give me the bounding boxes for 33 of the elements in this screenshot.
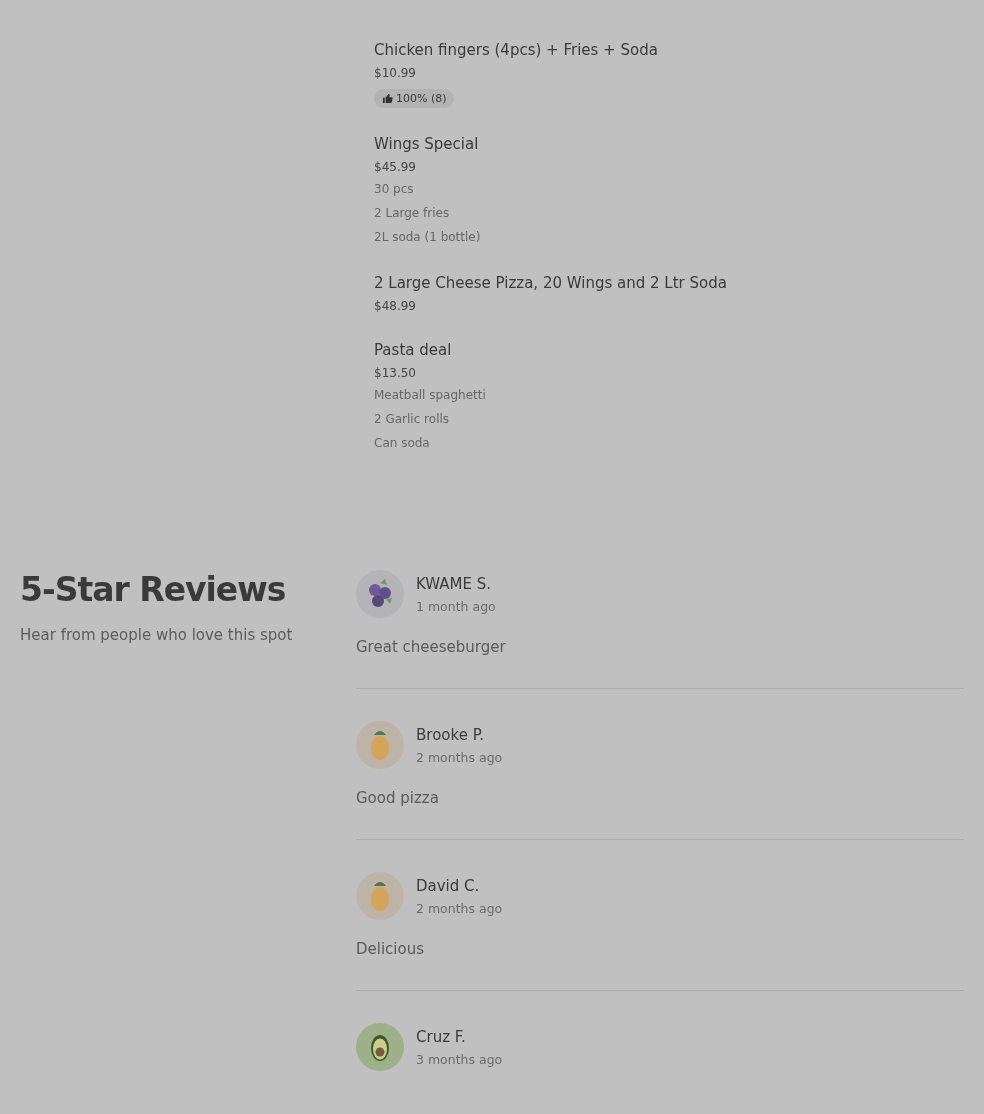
review-text: Delicious bbox=[356, 940, 426, 958]
avatar-icon bbox=[356, 570, 404, 618]
menu-item-description: 2L soda (1 bottle) bbox=[374, 229, 482, 246]
review-date: 2 months ago bbox=[416, 750, 503, 765]
avatar-icon bbox=[356, 872, 404, 920]
review-date: 3 months ago bbox=[416, 1052, 503, 1067]
thumbs-up-icon bbox=[382, 93, 393, 104]
menu-item-description: Can soda bbox=[374, 435, 431, 452]
menu-item-name[interactable]: Wings Special bbox=[374, 134, 984, 154]
menu-item-name[interactable]: Chicken fingers (4pcs) + Fries + Soda bbox=[374, 40, 984, 60]
reviewer-name: David C. bbox=[416, 876, 481, 896]
menu-item-name[interactable]: 2 Large Cheese Pizza, 20 Wings and 2 Ltr Soda bbox=[374, 273, 984, 293]
menu-item-price: $48.99 bbox=[374, 298, 417, 314]
review-text: Good pizza bbox=[356, 789, 440, 807]
menu-item-description: 30 pcs bbox=[374, 181, 415, 198]
section-subtitle: Hear from people who love this spot bbox=[20, 626, 294, 644]
menu-item-description: Meatball spaghetti bbox=[374, 387, 487, 404]
avatar-icon bbox=[356, 721, 404, 769]
review-text: Great cheeseburger bbox=[356, 638, 507, 656]
rating-badge: 100% (8) bbox=[374, 89, 454, 108]
menu-item-price: $13.50 bbox=[374, 365, 417, 381]
section-title: 5-Star Reviews bbox=[20, 570, 287, 610]
review-date: 1 month ago bbox=[416, 599, 496, 614]
menu-item-description: 2 Large fries bbox=[374, 205, 451, 222]
menu-item-price: $10.99 bbox=[374, 65, 417, 81]
reviewer-name: KWAME S. bbox=[416, 574, 493, 594]
review-date: 2 months ago bbox=[416, 901, 503, 916]
reviewer-name: Cruz F. bbox=[416, 1027, 467, 1047]
reviewer-name: Brooke P. bbox=[416, 725, 486, 745]
menu-item-name[interactable]: Pasta deal bbox=[374, 340, 984, 360]
menu-item-price: $45.99 bbox=[374, 159, 417, 175]
avatar-icon bbox=[356, 1023, 404, 1071]
menu-item-description: 2 Garlic rolls bbox=[374, 411, 451, 428]
